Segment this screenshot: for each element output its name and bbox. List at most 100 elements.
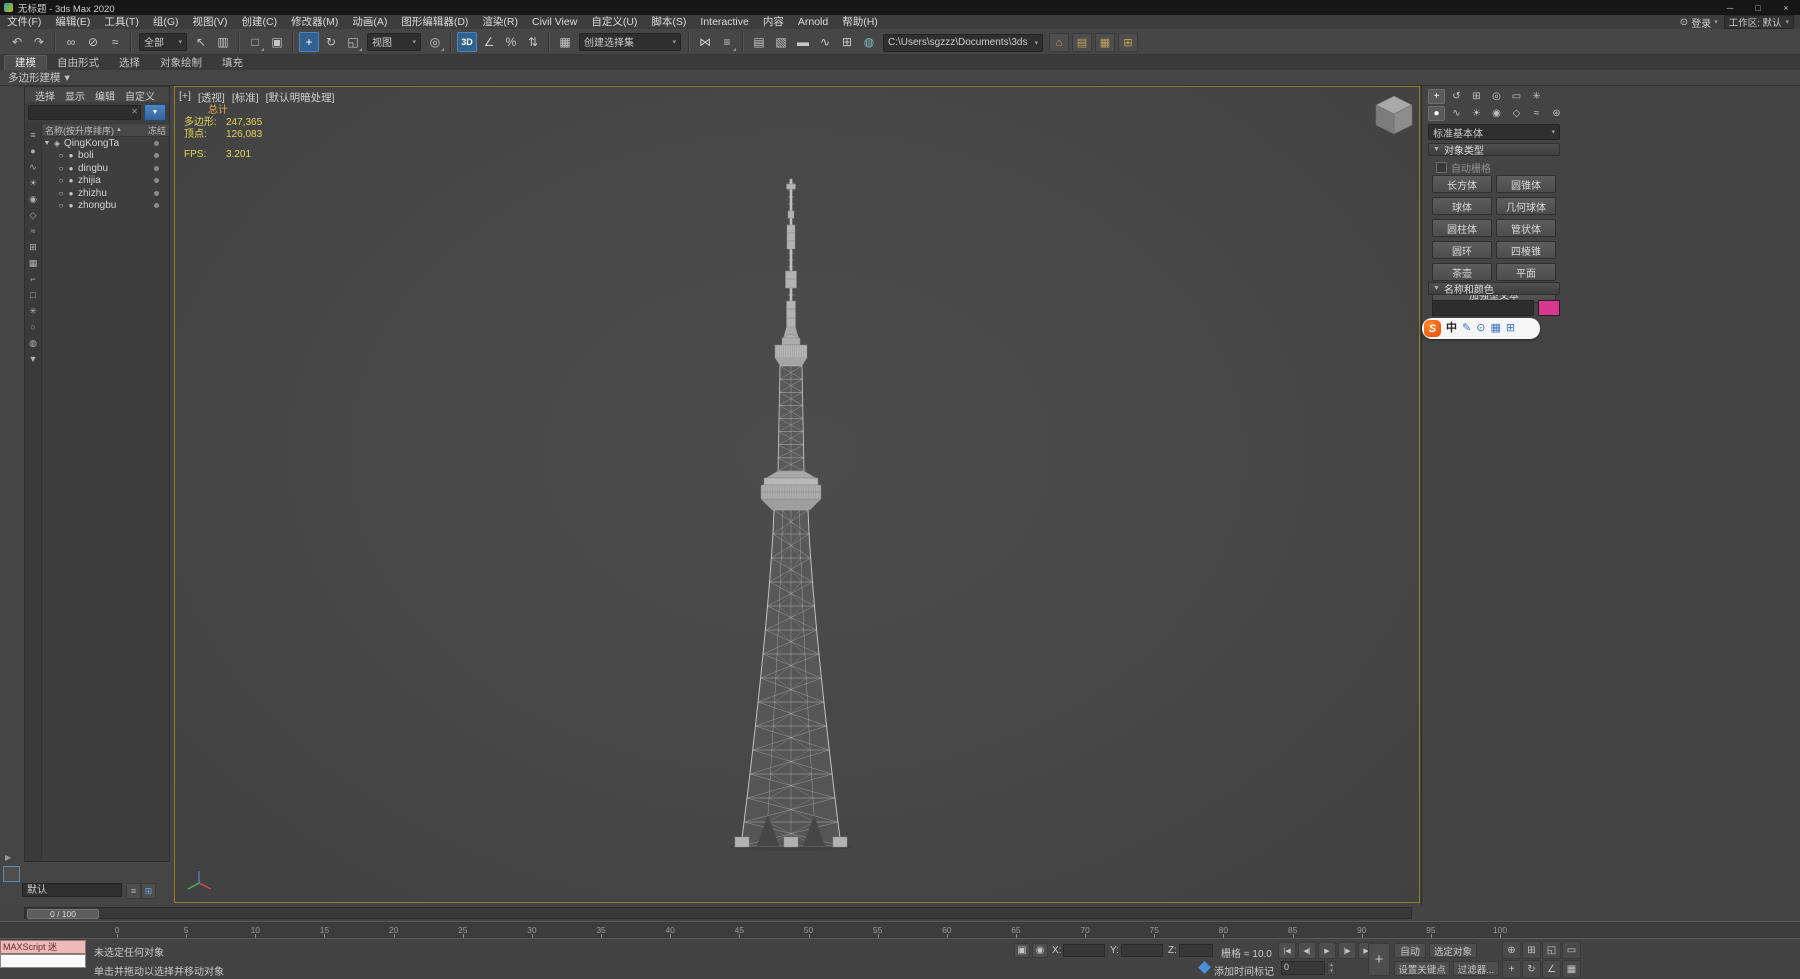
use-pivot-center-icon[interactable]: ◎ xyxy=(425,32,445,52)
ribbon-tab-1[interactable]: 自由形式 xyxy=(47,56,109,70)
spinner-snap-icon[interactable]: ⇅ xyxy=(523,32,543,52)
name-color-rollout-header[interactable]: ▼ 名称和颜色 xyxy=(1428,282,1560,296)
menu-item-modifiers[interactable]: 修改器(M) xyxy=(284,15,345,29)
menu-item-civil-view[interactable]: Civil View xyxy=(525,15,584,29)
menu-item-help[interactable]: 帮助(H) xyxy=(835,15,885,29)
select-and-move-icon[interactable]: + xyxy=(299,31,319,52)
grid-view-button[interactable]: ⊞ xyxy=(141,883,156,899)
maximize-button[interactable]: □ xyxy=(1744,0,1772,15)
y-coordinate-field[interactable] xyxy=(1121,944,1163,957)
expand-icon[interactable]: ▼ xyxy=(42,140,52,147)
primitive-category-select[interactable]: 标准基本体 ▾ xyxy=(1428,124,1560,140)
explorer-display-cameras-icon[interactable]: ◉ xyxy=(27,193,40,205)
schematic-view-icon[interactable]: ⊞ xyxy=(837,32,857,52)
list-view-button[interactable]: ≡ xyxy=(126,883,141,899)
menu-item-graph-editors[interactable]: 图形编辑器(D) xyxy=(394,15,475,29)
select-and-link-icon[interactable]: ∞ xyxy=(61,32,81,52)
tree-node-dingbu[interactable]: ○ ● dingbu xyxy=(42,162,169,175)
explorer-column-header[interactable]: 名称(按升序排序) ▲ 冻结 xyxy=(42,123,169,137)
zoom-icon[interactable]: ⊕ xyxy=(1502,941,1521,959)
menu-item-interactive[interactable]: Interactive xyxy=(693,15,755,29)
motion-tab-icon[interactable]: ◎ xyxy=(1488,89,1505,104)
selection-lock-icon[interactable]: ◉ xyxy=(1032,943,1048,958)
auto-key-button[interactable]: 自动 xyxy=(1394,943,1426,958)
menu-item-views[interactable]: 视图(V) xyxy=(186,15,235,29)
redo-icon[interactable]: ↷ xyxy=(29,32,49,52)
ime-pen-icon[interactable]: ✎ xyxy=(1462,318,1471,339)
utilities-tab-icon[interactable]: ✳ xyxy=(1528,89,1545,104)
sphere-button[interactable]: 球体 xyxy=(1432,197,1492,215)
toggle-ribbon-icon[interactable]: ▬ xyxy=(793,32,813,52)
frozen-dot-icon[interactable] xyxy=(154,165,159,171)
open-project-folder-icon[interactable]: ⌂ xyxy=(1049,33,1069,52)
explorer-filter-combinations-icon[interactable]: ▼ xyxy=(27,353,40,365)
maxscript-mini-listener[interactable] xyxy=(0,954,86,968)
explorer-display-frozen-icon[interactable]: ✳ xyxy=(27,305,40,317)
left-tray-expand-icon[interactable]: ▶ xyxy=(5,853,11,862)
sign-in-button[interactable]: ⊙ 登录 ▾ xyxy=(1680,15,1718,30)
select-by-name-icon[interactable]: ▥ xyxy=(213,32,233,52)
set-key-button[interactable]: + xyxy=(1368,943,1390,976)
tube-button[interactable]: 管状体 xyxy=(1496,219,1556,237)
key-filters-button[interactable]: 过滤器... xyxy=(1453,961,1499,976)
data-exchange-icon[interactable]: ⊞ xyxy=(1118,33,1138,52)
menu-item-content[interactable]: 内容 xyxy=(756,15,791,29)
z-coordinate-field[interactable] xyxy=(1179,944,1213,957)
select-and-rotate-icon[interactable]: ↻ xyxy=(321,32,341,52)
explorer-display-lights-icon[interactable]: ☀ xyxy=(27,177,40,189)
explorer-display-spacewarps-icon[interactable]: ≈ xyxy=(27,225,40,237)
zoom-all-icon[interactable]: ⊞ xyxy=(1522,941,1541,959)
frame-spinner[interactable]: ▴ ▾ xyxy=(1327,961,1336,975)
x-coordinate-field[interactable] xyxy=(1063,944,1105,957)
toggle-layer-explorer-icon[interactable]: ▧ xyxy=(771,32,791,52)
clear-search-icon[interactable]: ✕ xyxy=(131,107,138,116)
ribbon-tab-4[interactable]: 填充 xyxy=(212,56,253,70)
tree-node-zhongbu[interactable]: ○ ● zhongbu xyxy=(42,200,169,213)
autogrid-checkbox[interactable]: 自动栅格 xyxy=(1436,160,1491,175)
visibility-icon[interactable]: ○ xyxy=(56,151,66,160)
cone-button[interactable]: 圆锥体 xyxy=(1496,175,1556,193)
curve-editor-icon[interactable]: ∿ xyxy=(815,32,835,52)
ime-mic-icon[interactable]: ⊙ xyxy=(1476,318,1485,339)
lights-category-icon[interactable]: ☀ xyxy=(1468,106,1485,121)
view-cube[interactable] xyxy=(1371,91,1417,141)
reference-coordinate-select[interactable]: 视图 ▾ xyxy=(367,32,421,51)
menu-item-customize[interactable]: 自定义(U) xyxy=(584,15,644,29)
ime-toolbox-icon[interactable]: ⊞ xyxy=(1506,318,1515,339)
play-button[interactable]: ▶ xyxy=(1318,942,1336,959)
ime-chinese-mode-icon[interactable]: 中 xyxy=(1446,318,1457,339)
explorer-filter-button[interactable]: ▼ xyxy=(144,104,166,121)
asset-tracking-icon[interactable]: ▤ xyxy=(1072,33,1092,52)
set-keys-button[interactable]: 设置关键点 xyxy=(1394,961,1450,976)
ribbon-tab-2[interactable]: 选择 xyxy=(109,56,150,70)
file-link-manager-icon[interactable]: ▦ xyxy=(1095,33,1115,52)
workspace-select[interactable]: 工作区: 默认 ▾ xyxy=(1723,15,1794,29)
zoom-extents-icon[interactable]: ◱ xyxy=(1542,941,1561,959)
undo-icon[interactable]: ↶ xyxy=(7,32,27,52)
viewport-layout-tab[interactable] xyxy=(3,866,20,882)
frozen-dot-icon[interactable] xyxy=(154,203,159,209)
visibility-icon[interactable]: ○ xyxy=(56,201,66,210)
object-color-swatch[interactable] xyxy=(1538,300,1560,316)
frozen-dot-icon[interactable] xyxy=(154,178,159,184)
pyramid-button[interactable]: 四棱锥 xyxy=(1496,241,1556,259)
viewport-menu-style[interactable]: [标准] xyxy=(232,90,259,105)
ribbon-tab-0[interactable]: 建模 xyxy=(4,55,47,70)
window-crossing-icon[interactable]: ▣ xyxy=(267,32,287,52)
explorer-sort-icon[interactable]: ≡ xyxy=(27,129,40,141)
menu-item-scripting[interactable]: 脚本(S) xyxy=(644,15,693,29)
box-button[interactable]: 长方体 xyxy=(1432,175,1492,193)
select-object-icon[interactable]: ↖ xyxy=(191,32,211,52)
time-slider-handle[interactable]: 0 / 100 xyxy=(27,909,99,919)
explorer-display-materials-icon[interactable]: ◍ xyxy=(27,337,40,349)
tree-node-zhizhu[interactable]: ○ ● zhizhu xyxy=(42,187,169,200)
plane-button[interactable]: 平面 xyxy=(1496,263,1556,281)
project-path-select[interactable]: C:\Users\sgzzz\Documents\3ds Max 2020 ▾ xyxy=(883,33,1043,52)
create-tab-icon[interactable]: + xyxy=(1428,89,1445,104)
viewport[interactable]: [+] [透视] [标准] [默认明暗处理] 总计 多边形: 247,365 顶点… xyxy=(174,86,1420,903)
maxscript-macro-recorder[interactable]: MAXScript 迷 xyxy=(0,940,86,954)
previous-frame-button[interactable]: ◀| xyxy=(1298,942,1316,959)
explorer-menu-customize[interactable]: 自定义 xyxy=(120,87,160,103)
explorer-search-input[interactable]: ✕ xyxy=(28,105,141,121)
toggle-scene-explorer-icon[interactable]: ▤ xyxy=(749,32,769,52)
